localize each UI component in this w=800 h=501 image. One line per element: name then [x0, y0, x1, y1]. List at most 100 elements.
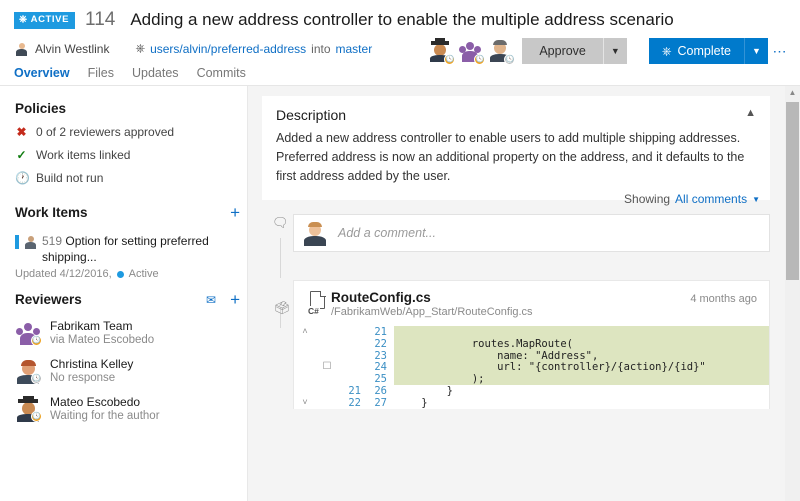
state-dot-icon	[117, 271, 124, 278]
file-header[interactable]: C# RouteConfig.cs /FabrikamWeb/App_Start…	[294, 290, 769, 318]
avatar	[303, 221, 328, 246]
scroll-up-icon[interactable]: ▲	[785, 86, 800, 100]
code-line: ˅2227 }	[294, 397, 769, 409]
target-branch-link[interactable]: master	[336, 42, 373, 56]
status-badge: ⎈ ACTIVE	[14, 12, 75, 29]
ellipsis-icon: ⋯	[773, 43, 788, 60]
complete-button-label: Complete	[678, 44, 732, 58]
mail-icon[interactable]: ✉	[206, 293, 216, 307]
policy-label: Build not run	[36, 171, 103, 185]
reviewer-avatar-fabrikam-team[interactable]: 🕓	[458, 38, 484, 64]
add-comment-box[interactable]: Add a comment...	[293, 214, 770, 252]
tab-files[interactable]: Files	[88, 66, 114, 87]
code-line: 25 );	[294, 373, 769, 385]
chevron-up-icon[interactable]: ▲	[745, 107, 756, 119]
branch-icon: ⎈	[19, 15, 28, 25]
code-mark-spacer	[316, 350, 338, 362]
approve-dropdown-button[interactable]: ▼	[603, 38, 627, 64]
code-line-number-old	[338, 326, 366, 338]
chevron-down-icon[interactable]: ▼	[752, 195, 760, 204]
reviewer-item-mateo-escobedo[interactable]: 🕓 Mateo Escobedo Waiting for the author	[15, 395, 240, 422]
comment-bubble-icon: 🗳	[274, 300, 291, 316]
policies-title: Policies	[15, 101, 240, 116]
tab-updates[interactable]: Updates	[132, 66, 179, 87]
chevron-down-icon[interactable]: ˅	[294, 397, 316, 409]
add-comment-input[interactable]: Add a comment...	[338, 226, 436, 240]
code-line-number-new: 25	[366, 373, 394, 385]
description-title: Description	[276, 107, 346, 123]
waiting-clock-icon: 🕓	[444, 54, 455, 65]
branch-icon: ⎈	[135, 41, 145, 56]
reviewer-name: Mateo Escobedo	[50, 395, 160, 409]
code-line-number-old	[338, 361, 366, 373]
reviewer-item-fabrikam-team[interactable]: 🕓 Fabrikam Team via Mateo Escobedo	[15, 319, 240, 346]
showing-filter: Showing All comments ▼	[624, 192, 760, 206]
pr-header: ⎈ ACTIVE 114 Adding a new address contro…	[0, 0, 800, 86]
plus-icon[interactable]: +	[230, 291, 240, 308]
reviewer-status: No response	[50, 372, 133, 384]
reviewer-item-christina-kelley[interactable]: 🕓 Christina Kelley No response	[15, 357, 240, 384]
approve-button[interactable]: Approve	[522, 38, 603, 64]
code-gutter-spacer	[294, 361, 316, 373]
pr-id: 114	[85, 9, 115, 31]
avatar: 🕓	[15, 319, 41, 345]
code-line-number-new: 23	[366, 350, 394, 362]
complete-button[interactable]: ⎈ Complete	[649, 38, 744, 64]
showing-label: Showing	[624, 192, 670, 206]
code-line-number-old	[338, 373, 366, 385]
code-gutter-spacer	[294, 350, 316, 362]
code-line: 2126 }	[294, 385, 769, 397]
reviewer-avatar-mateo-escobedo[interactable]: 🕓	[428, 38, 454, 64]
page-title: Adding a new address controller to enabl…	[130, 10, 673, 30]
waiting-clock-icon: 🕓	[474, 54, 485, 65]
avatar: 🕓	[15, 395, 41, 421]
code-line: ˄21	[294, 326, 769, 338]
work-item-state: Active	[129, 268, 159, 280]
policy-row-reviewers: ✖ 0 of 2 reviewers approved	[15, 125, 240, 139]
add-comment-icon[interactable]: 🗨	[272, 216, 290, 229]
code-line-number-old	[338, 350, 366, 362]
code-mark-spacer	[316, 326, 338, 338]
code-mark-spacer	[316, 373, 338, 385]
policy-row-work-items: ✓ Work items linked	[15, 148, 240, 162]
code-line-text: url: "{controller}/{action}/{id}"	[394, 361, 769, 373]
more-actions-button[interactable]: ⋯	[768, 38, 792, 64]
tab-commits[interactable]: Commits	[197, 66, 246, 87]
main-content: Description ▲ Added a new address contro…	[248, 86, 800, 501]
code-line-text: }	[394, 397, 769, 409]
policy-row-build: 🕐 Build not run	[15, 171, 240, 185]
showing-value[interactable]: All comments	[675, 192, 747, 206]
complete-dropdown-button[interactable]: ▼	[744, 38, 768, 64]
work-items-section: Work Items + 519 Option for setting pref…	[15, 204, 240, 280]
source-branch-link[interactable]: users/alvin/preferred-address	[150, 42, 306, 56]
timeline-rail: 🗨	[272, 216, 290, 229]
code-line-text: );	[394, 373, 769, 385]
reviewer-status: Waiting for the author	[50, 410, 160, 422]
sidebar: Policies ✖ 0 of 2 reviewers approved ✓ W…	[0, 86, 248, 501]
reviewer-avatar-christina-kelley[interactable]: 🕓	[488, 38, 514, 64]
code-diff: ˄2122 routes.MapRoute(23 name: "Address"…	[294, 326, 769, 409]
merge-icon: ⎈	[662, 44, 672, 59]
work-item-text: 519 Option for setting preferred shippin…	[42, 233, 240, 265]
plus-icon[interactable]: +	[230, 204, 240, 221]
code-line-text: routes.MapRoute(	[394, 338, 769, 350]
description-body: Added a new address controller to enable…	[276, 129, 756, 186]
file-path: /FabrikamWeb/App_Start/RouteConfig.cs	[331, 306, 533, 318]
policy-label: 0 of 2 reviewers approved	[36, 125, 174, 139]
avatar	[14, 41, 29, 56]
scrollbar-thumb[interactable]	[786, 102, 799, 280]
chevron-up-icon[interactable]: ˄	[294, 326, 316, 338]
work-item-updated: Updated 4/12/2016,	[15, 268, 112, 280]
code-line-text: name: "Address",	[394, 350, 769, 362]
policies-section: Policies ✖ 0 of 2 reviewers approved ✓ W…	[15, 101, 240, 185]
clock-pending-icon: 🕐	[15, 172, 28, 184]
comment-bubble-icon[interactable]: ☐	[316, 361, 338, 373]
work-items-title: Work Items	[15, 205, 88, 220]
tab-overview[interactable]: Overview	[14, 66, 70, 87]
pr-author: Alvin Westlink	[35, 42, 109, 56]
reviewer-name: Christina Kelley	[50, 357, 133, 371]
reviewer-avatars: 🕓 🕓	[428, 38, 514, 64]
code-line-text	[394, 326, 769, 338]
code-gutter-spacer	[294, 338, 316, 350]
work-item-row[interactable]: 519 Option for setting preferred shippin…	[15, 233, 240, 265]
